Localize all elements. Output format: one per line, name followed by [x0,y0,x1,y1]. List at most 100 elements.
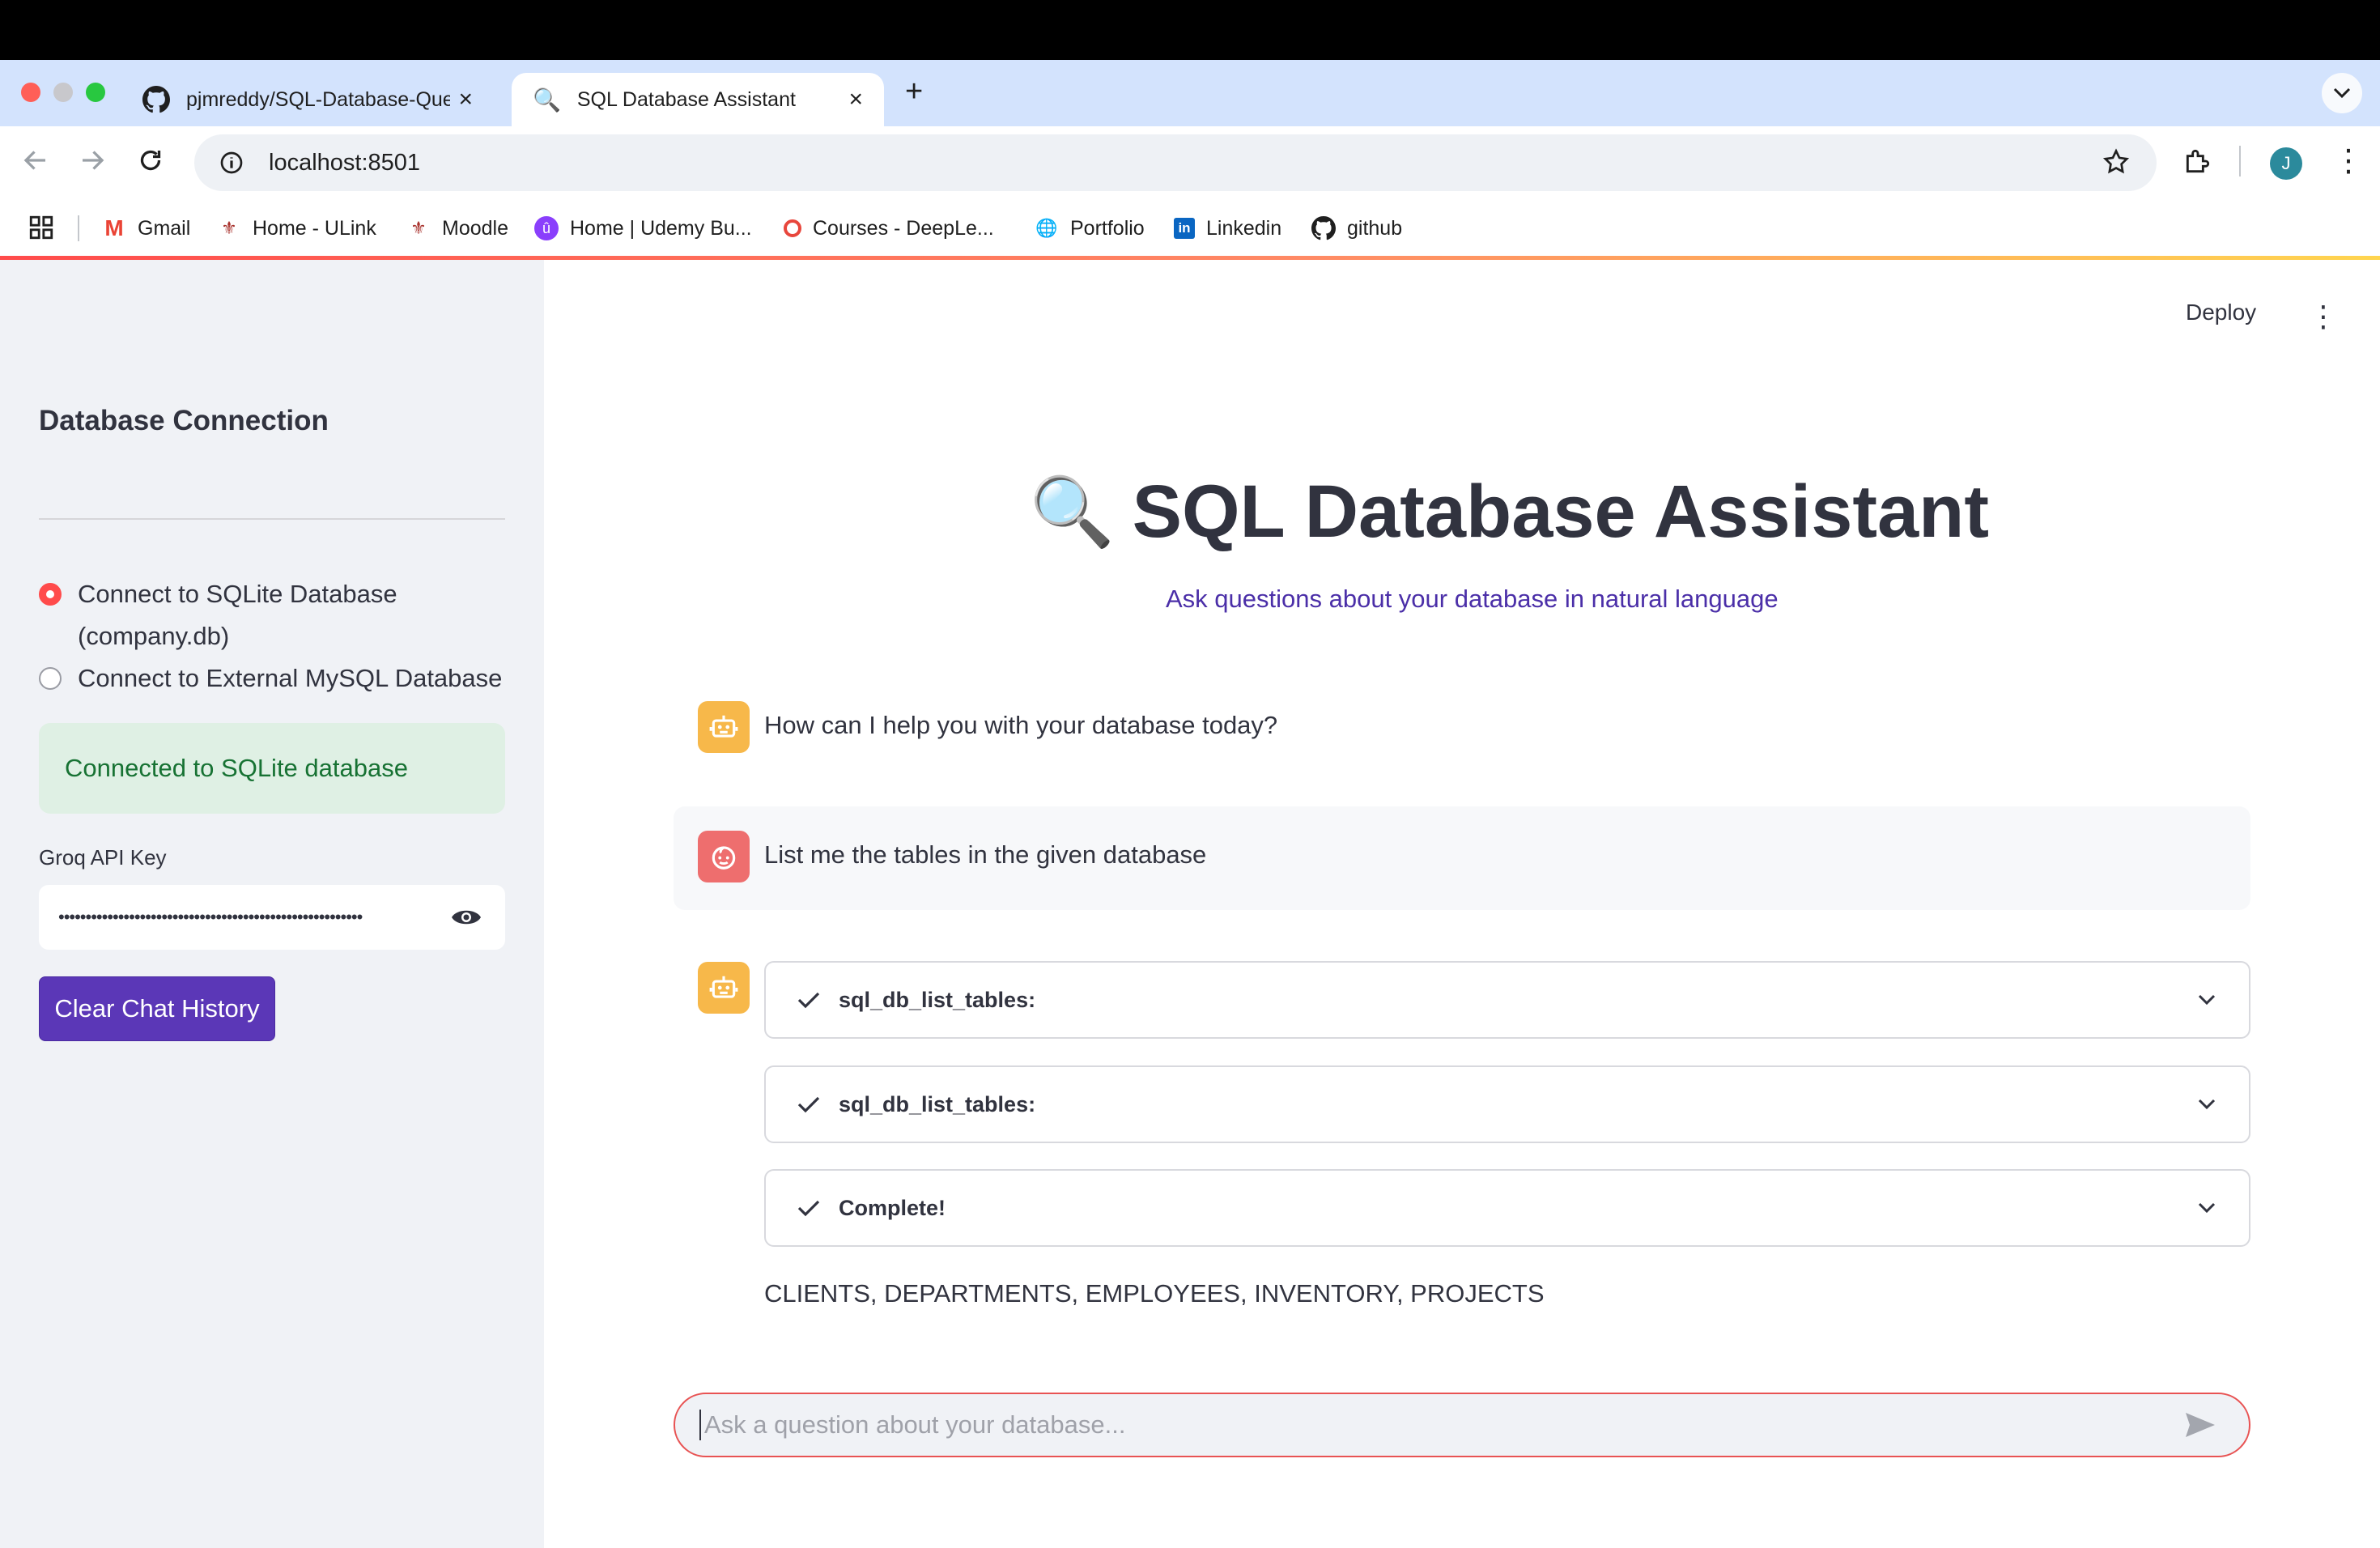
api-key-value[interactable]: ••••••••••••••••••••••••••••••••••••••••… [58,907,450,928]
udemy-icon: û [534,216,559,240]
address-bar[interactable]: localhost:8501 [194,134,2157,191]
eye-icon[interactable] [450,906,482,929]
assistant-avatar [698,962,750,1014]
close-tab-icon[interactable]: × [458,86,473,113]
profile-avatar[interactable]: J [2270,147,2302,180]
connection-status-alert: Connected to SQLite database [39,723,505,814]
radio-unselected-icon[interactable] [39,667,62,690]
arrow-left-icon [23,151,45,170]
chevron-down-icon [2333,87,2351,99]
assistant-avatar [698,701,750,753]
bookmark-home-ulink[interactable]: ⚜ Home - ULink [217,212,376,245]
bookmark-label: Gmail [138,216,191,240]
deploy-button[interactable]: Deploy [2186,300,2256,325]
extensions-button[interactable] [2182,146,2213,181]
tab-title: SQL Database Assistant [576,87,796,111]
arrow-right-icon [83,151,104,170]
radio-label: Connect to SQLite Database [78,580,397,608]
radio-label-detail: (company.db) [78,622,230,650]
sidebar-title: Database Connection [39,405,329,436]
assistant-message: How can I help you with your database to… [764,711,1278,739]
api-key-label: Groq API Key [39,845,167,870]
chevron-down-icon[interactable] [2197,1201,2216,1214]
bookmark-label: Linkedin [1206,216,1282,240]
minimize-window-button[interactable] [53,83,73,102]
forward-button[interactable] [78,146,107,179]
robot-icon [709,715,738,738]
bookmark-label: Home - ULink [253,216,376,240]
api-key-input[interactable]: ••••••••••••••••••••••••••••••••••••••••… [39,885,505,950]
browser-menu-icon[interactable]: ⋮ [2333,142,2364,179]
radio-sqlite[interactable]: Connect to SQLite Database (company.db) [39,573,525,657]
bookmark-github[interactable]: github [1311,212,1402,245]
bookmark-gmail[interactable]: M Gmail [102,212,190,245]
bookmark-label: Courses - DeepLe... [813,216,994,240]
globe-icon: 🌐 [1035,218,1058,238]
step-label: Complete! [839,1195,946,1220]
bookmark-portfolio[interactable]: 🌐 Portfolio [1035,212,1144,245]
star-icon [2102,148,2130,174]
bookmark-label: Moodle [442,216,508,240]
maximize-window-button[interactable] [86,83,105,102]
robot-icon [709,976,738,998]
chevron-down-icon[interactable] [2197,993,2216,1006]
step-expander[interactable]: sql_db_list_tables: [764,1065,2250,1143]
bookmark-moodle[interactable]: ⚜ Moodle [406,212,508,245]
close-window-button[interactable] [21,83,40,102]
bookmark-label: Home | Udemy Bu... [570,216,752,240]
linkedin-icon: in [1174,218,1195,239]
bookmark-linkedin[interactable]: in Linkedin [1174,212,1281,245]
bookmark-star-button[interactable] [2102,147,2131,181]
chat-input[interactable] [699,1410,2184,1440]
reload-button[interactable] [136,146,165,179]
user-message: List me the tables in the given database [764,840,1207,869]
tab-sql-assistant[interactable]: 🔍 SQL Database Assistant × [512,73,884,126]
url-text: localhost:8501 [269,149,421,176]
github-icon [1311,216,1336,240]
send-icon[interactable] [2184,1411,2216,1439]
fleur-de-lis-icon: ⚜ [410,218,427,238]
screen-top-bar [0,0,2380,60]
bookmark-udemy[interactable]: û Home | Udemy Bu... [534,212,752,245]
apps-grid-icon[interactable] [28,214,55,245]
toolbar-divider [2239,146,2241,176]
chevron-down-icon[interactable] [2197,1098,2216,1111]
sidebar-divider [39,518,505,520]
checkmark-icon [797,1096,820,1113]
step-expander[interactable]: sql_db_list_tables: [764,961,2250,1039]
site-info-icon[interactable] [219,150,244,176]
bookmark-label: github [1347,216,1403,240]
tab-github[interactable]: pjmreddy/SQL-Database-Que × [121,73,494,126]
bookmarks-divider [78,215,79,241]
page-title-text: SQL Database Assistant [1132,470,1989,553]
page-subtitle: Ask questions about your database in nat… [1166,585,1779,613]
tab-title: pjmreddy/SQL-Database-Que [186,87,451,111]
close-tab-icon[interactable]: × [848,86,863,113]
radio-label: Connect to External MySQL Database [78,664,503,692]
chat-input-container[interactable] [674,1393,2250,1457]
radio-selected-icon[interactable] [39,583,62,606]
gmail-icon: M [104,215,124,240]
magnifier-icon: 🔍 [1030,474,1115,550]
smiley-icon [712,846,736,870]
assistant-answer: CLIENTS, DEPARTMENTS, EMPLOYEES, INVENTO… [764,1279,1545,1308]
connection-radio-group: Connect to SQLite Database (company.db) … [39,573,525,700]
reload-icon [140,150,161,171]
status-text: Connected to SQLite database [65,754,408,782]
magnifier-icon: 🔍 [533,87,561,113]
clear-chat-history-button[interactable]: Clear Chat History [39,976,275,1041]
radio-mysql[interactable]: Connect to External MySQL Database [39,657,525,700]
page-title: 🔍 SQL Database Assistant [1030,470,2123,555]
bookmark-deeplearning[interactable]: Courses - DeepLe... [784,212,994,245]
step-label: sql_db_list_tables: [839,987,1036,1012]
new-tab-button[interactable]: + [905,74,923,109]
deeplearning-icon [784,219,801,237]
user-avatar [698,831,750,882]
checkmark-icon [797,1200,820,1217]
back-button[interactable] [21,146,50,179]
step-expander[interactable]: Complete! [764,1169,2250,1247]
tab-search-button[interactable] [2322,73,2362,113]
fleur-de-lis-icon: ⚜ [221,218,237,238]
main-menu-icon[interactable]: ⋮ [2309,300,2338,334]
github-icon [142,86,170,113]
